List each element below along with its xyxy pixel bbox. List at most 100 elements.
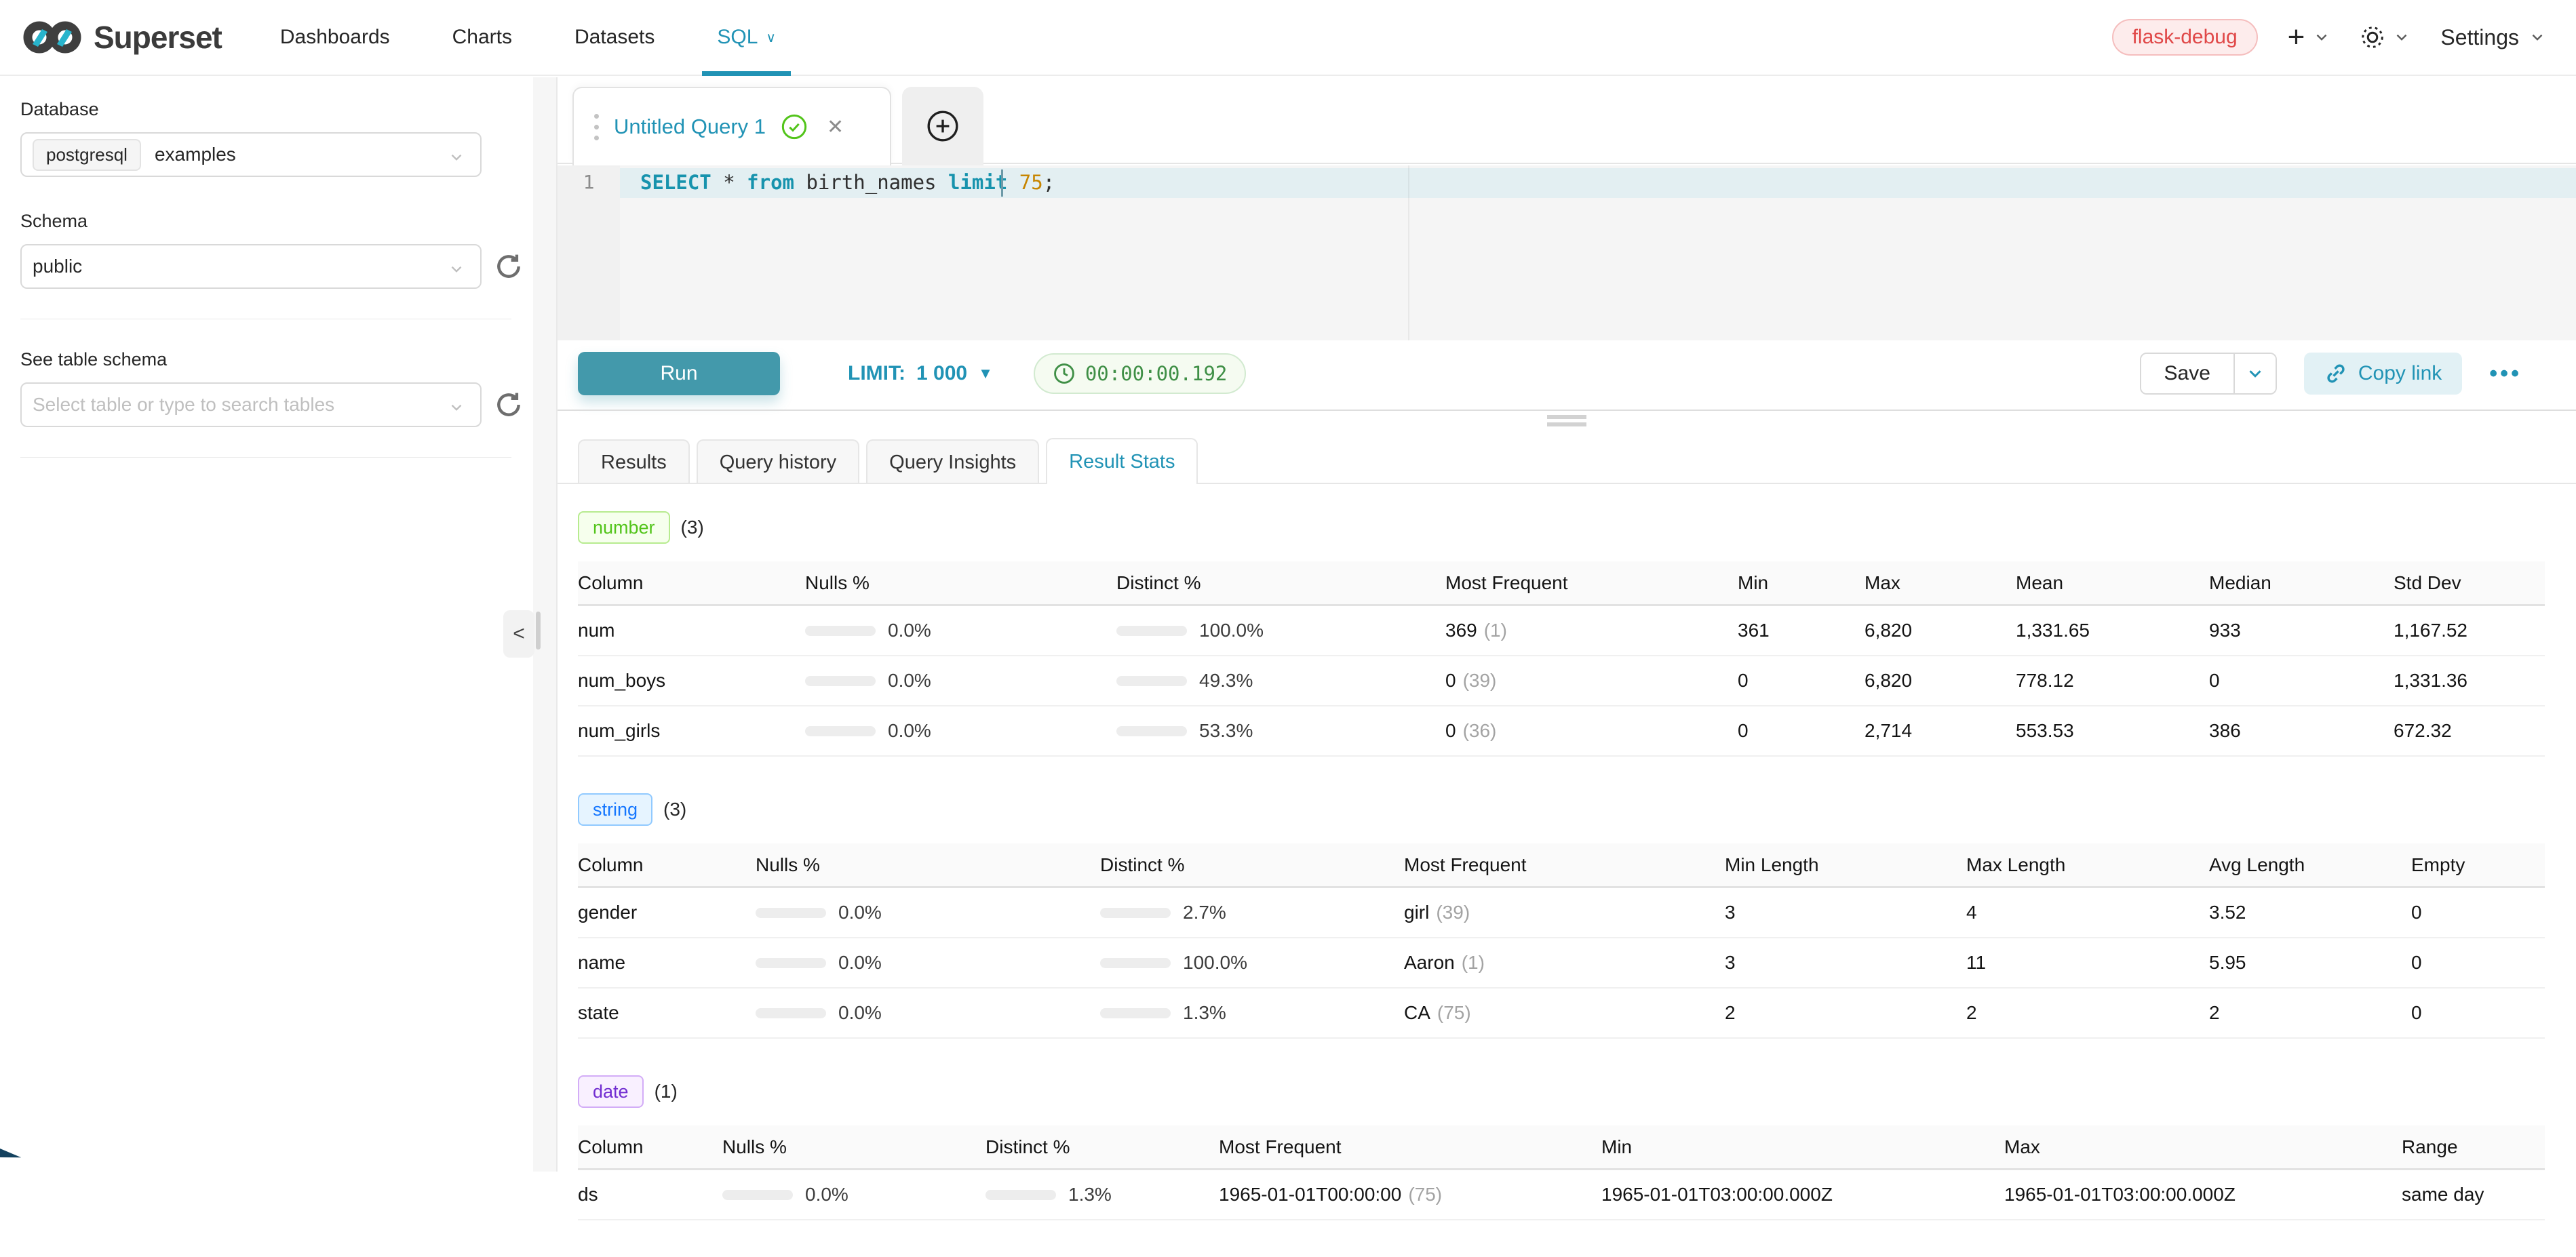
stat-value-cell: 553.53 (2016, 720, 2209, 742)
nav-item-datasets[interactable]: Datasets (543, 0, 686, 75)
editor-print-margin (1408, 165, 1409, 340)
column-header: Nulls % (722, 1136, 985, 1158)
percentage-label: 0.0% (838, 902, 882, 923)
most-frequent-count: (36) (1463, 720, 1497, 741)
query-tab[interactable]: Untitled Query 1 ✕ (572, 87, 891, 165)
refresh-schemas-button[interactable] (494, 252, 524, 281)
line-number: 1 (558, 171, 620, 193)
stat-value-cell: 2 (1725, 1002, 1966, 1024)
stat-value-cell: 2,714 (1865, 720, 2016, 742)
stat-value-cell: 1,331.36 (2394, 670, 2545, 692)
column-header: Most Frequent (1445, 572, 1738, 594)
percentage-label: 1.3% (1068, 1184, 1112, 1205)
new-query-tab-button[interactable] (902, 87, 983, 165)
database-engine-tag: postgresql (33, 139, 141, 171)
save-options-button[interactable] (2233, 354, 2276, 393)
panel-resize-gutter[interactable] (533, 77, 556, 1172)
progress-bar (1100, 958, 1171, 968)
stat-value-cell: 4 (1966, 902, 2209, 923)
type-badge-string: string (578, 793, 652, 826)
navbar-right: flask-debug + Settings (2112, 19, 2576, 56)
stat-value-cell: 1,167.52 (2394, 620, 2545, 641)
run-button[interactable]: Run (578, 352, 780, 395)
table-select[interactable]: Select table or type to search tables (20, 382, 482, 427)
chevron-down-icon (2393, 28, 2411, 46)
result-tab-query-insights[interactable]: Query Insights (866, 439, 1039, 484)
most-frequent-count: (75) (1408, 1184, 1442, 1205)
stats-section-string: string(3)ColumnNulls %Distinct %Most Fre… (578, 793, 2546, 1039)
column-header: Distinct % (985, 1136, 1219, 1158)
progress-bar (1116, 726, 1187, 736)
settings-menu[interactable]: Settings (2440, 25, 2546, 50)
nav-item-charts[interactable]: Charts (421, 0, 543, 75)
percentage-label: 0.0% (805, 1184, 848, 1205)
column-header: Min (1738, 572, 1865, 594)
percentage-bar-cell: 0.0% (756, 1002, 1100, 1024)
most-frequent-value: CA (1404, 1002, 1430, 1023)
schema-select[interactable]: public (20, 244, 482, 289)
stat-value-cell: same day (2402, 1184, 2545, 1205)
superset-logo-icon (23, 18, 81, 56)
column-header: Min Length (1725, 854, 1966, 876)
refresh-tables-button[interactable] (494, 390, 524, 420)
caret-down-icon: ▼ (978, 365, 993, 382)
theme-toggle[interactable] (2360, 25, 2411, 49)
result-tab-query-history[interactable]: Query history (697, 439, 859, 484)
limit-value: 1 000 (916, 362, 967, 385)
percentage-bar-cell: 0.0% (722, 1184, 985, 1205)
database-select[interactable]: postgresql examples (20, 132, 482, 177)
most-frequent-count: (75) (1437, 1002, 1471, 1023)
drag-handle-icon[interactable] (594, 114, 599, 140)
percentage-bar-cell: 1.3% (1100, 1002, 1404, 1024)
limit-dropdown[interactable]: LIMIT: 1 000 ▼ (848, 362, 993, 385)
collapse-sidebar-button[interactable]: < (503, 610, 534, 658)
column-header: Nulls % (805, 572, 1116, 594)
most-frequent-count: (39) (1463, 670, 1497, 691)
stat-value-cell: 0 (2209, 670, 2394, 692)
chevron-down-icon (448, 148, 465, 166)
sqllab-left-sidebar: Database postgresql examples Schema publ… (0, 77, 532, 1172)
result-tab-results[interactable]: Results (578, 439, 690, 484)
progress-bar (805, 726, 876, 736)
pane-resize-handle[interactable] (1547, 415, 1586, 430)
close-tab-icon[interactable]: ✕ (827, 115, 844, 139)
sql-editor[interactable]: 1 SELECT * from birth_names limit 75; (558, 165, 2576, 340)
sql-token-keyword: SELECT (640, 171, 711, 194)
stats-table-number: ColumnNulls %Distinct %Most FrequentMinM… (578, 561, 2545, 757)
stat-value-cell: 6,820 (1865, 620, 2016, 641)
copy-link-button[interactable]: Copy link (2304, 353, 2462, 395)
save-button[interactable]: Save (2141, 354, 2233, 393)
progress-bar (756, 908, 826, 918)
most-frequent-count: (39) (1436, 902, 1470, 923)
stat-value-cell: 361 (1738, 620, 1865, 641)
sql-code-line[interactable]: SELECT * from birth_names limit 75; (640, 171, 1055, 194)
most-frequent-value: 369 (1445, 620, 1477, 641)
link-icon (2324, 362, 2347, 385)
new-menu[interactable]: + (2288, 20, 2331, 54)
chevron-down-icon (2529, 28, 2546, 46)
percentage-bar-cell: 100.0% (1100, 952, 1404, 974)
query-timer: 00:00:00.192 (1034, 353, 1247, 394)
nav-item-dashboards[interactable]: Dashboards (249, 0, 421, 75)
table-row: num0.0%100.0%369(1)3616,8201,331.659331,… (578, 606, 2545, 656)
most-frequent-value: Aaron (1404, 952, 1455, 973)
most-frequent-cell: Aaron (1) (1404, 952, 1725, 974)
most-frequent-count: (1) (1462, 952, 1485, 973)
column-header: Nulls % (756, 854, 1100, 876)
column-name-cell: num_girls (578, 720, 805, 742)
navbar: Superset DashboardsChartsDatasetsSQL∨ fl… (0, 0, 2576, 76)
nav-item-sql[interactable]: SQL∨ (686, 0, 807, 75)
sidebar-scrollbar-thumb[interactable] (536, 612, 541, 650)
result-tab-result-stats[interactable]: Result Stats (1046, 438, 1198, 484)
most-frequent-value: girl (1404, 902, 1429, 923)
column-header: Max (1865, 572, 2016, 594)
percentage-bar-cell: 2.7% (1100, 902, 1404, 923)
environment-badge: flask-debug (2112, 19, 2258, 56)
clock-icon (1053, 362, 1076, 385)
superset-brand[interactable]: Superset (0, 18, 249, 56)
progress-bar (805, 626, 876, 636)
sqllab-main-panel: Untitled Query 1 ✕ 1 SELECT * from birth… (558, 77, 2576, 1172)
more-actions-button[interactable]: ••• (2489, 361, 2522, 387)
column-header: Std Dev (2394, 572, 2545, 594)
sql-token-plain (1007, 171, 1019, 194)
